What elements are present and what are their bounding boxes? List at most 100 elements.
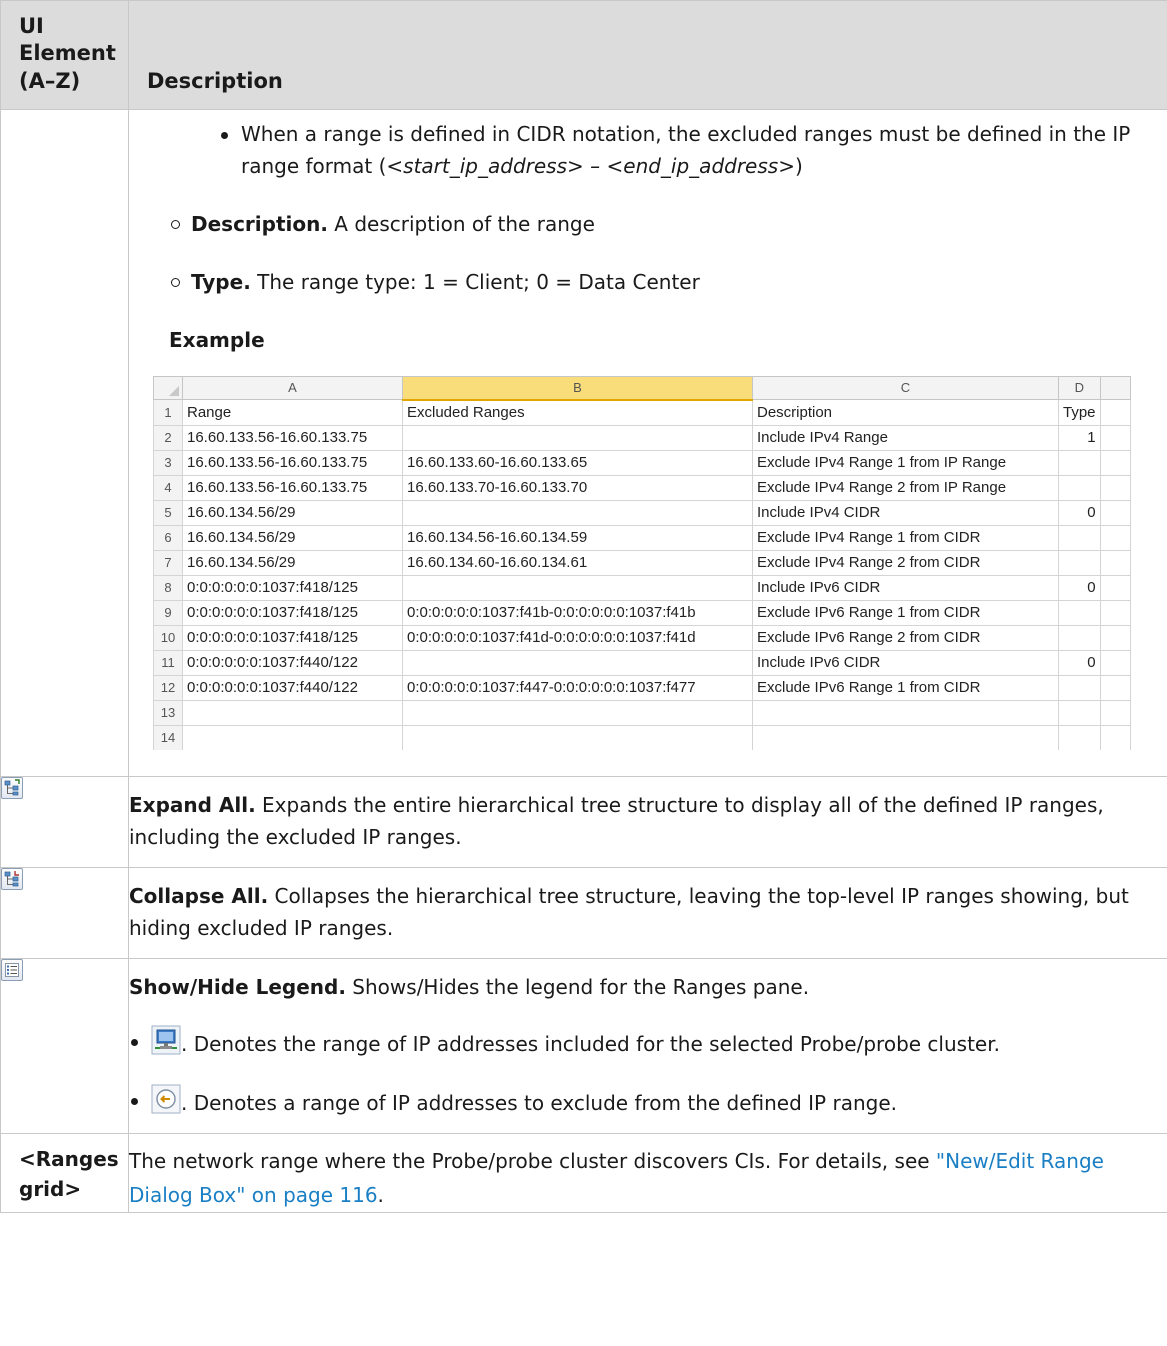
collapse-all-icon[interactable] — [1, 867, 23, 890]
row-number[interactable]: 1 — [153, 399, 183, 426]
cell-empty[interactable] — [1099, 424, 1131, 451]
cell-excluded-ranges[interactable]: 0:0:0:0:0:0:1037:f41d-0:0:0:0:0:0:1037:f… — [402, 624, 753, 651]
cell-range[interactable]: 0:0:0:0:0:0:1037:f418/125 — [182, 599, 403, 626]
cell-excluded-ranges[interactable]: Excluded Ranges — [402, 399, 753, 426]
row-number[interactable]: 7 — [153, 549, 183, 576]
column-letter-d[interactable]: D — [1058, 375, 1101, 401]
cell-empty[interactable] — [1099, 574, 1131, 601]
cell-empty[interactable] — [1099, 599, 1131, 626]
cell-type[interactable]: Type — [1058, 399, 1101, 426]
ui-elements-table: UI Element (A–Z) Description When a rang… — [0, 0, 1167, 1213]
cell-description[interactable]: Description — [752, 399, 1059, 426]
row-number[interactable]: 13 — [153, 699, 183, 726]
cell-type[interactable] — [1058, 474, 1101, 501]
cell-type[interactable] — [1058, 549, 1101, 576]
column-letter-a[interactable]: A — [182, 375, 403, 401]
cell-description[interactable]: Include IPv4 CIDR — [752, 499, 1059, 526]
cell-type[interactable]: 0 — [1058, 499, 1101, 526]
cell-range[interactable]: 0:0:0:0:0:0:1037:f418/125 — [182, 574, 403, 601]
row-number[interactable]: 10 — [153, 624, 183, 651]
cell-type[interactable] — [1058, 699, 1101, 726]
collapse-all-text: Collapses the hierarchical tree structur… — [129, 883, 1129, 940]
cell-description[interactable]: Include IPv6 CIDR — [752, 574, 1059, 601]
cell-description[interactable]: Exclude IPv4 Range 2 from CIDR — [752, 549, 1059, 576]
cell-range[interactable]: 16.60.134.56/29 — [182, 499, 403, 526]
cell-empty[interactable] — [1099, 499, 1131, 526]
cell-type[interactable] — [1058, 449, 1101, 476]
cell-description[interactable]: Exclude IPv4 Range 1 from IP Range — [752, 449, 1059, 476]
cell-description[interactable]: Exclude IPv6 Range 1 from CIDR — [752, 674, 1059, 701]
cell-empty[interactable] — [1099, 649, 1131, 676]
cell-empty[interactable] — [1099, 524, 1131, 551]
cell-type[interactable]: 1 — [1058, 424, 1101, 451]
cell-range[interactable]: 0:0:0:0:0:0:1037:f440/122 — [182, 649, 403, 676]
row-number[interactable]: 9 — [153, 599, 183, 626]
cell-excluded-ranges[interactable]: 0:0:0:0:0:0:1037:f41b-0:0:0:0:0:0:1037:f… — [402, 599, 753, 626]
cell-description[interactable] — [752, 699, 1059, 726]
row-number[interactable]: 5 — [153, 499, 183, 526]
row-number[interactable]: 14 — [153, 724, 183, 750]
column-letter-e[interactable] — [1099, 375, 1131, 401]
cell-range[interactable]: 16.60.134.56/29 — [182, 549, 403, 576]
cell-type[interactable] — [1058, 524, 1101, 551]
cell-empty[interactable] — [1099, 674, 1131, 701]
cell-excluded-ranges[interactable] — [402, 574, 753, 601]
row-number[interactable]: 2 — [153, 424, 183, 451]
range-separator: – — [583, 153, 607, 178]
cell-empty[interactable] — [1099, 474, 1131, 501]
cell-range[interactable] — [182, 699, 403, 726]
cell-excluded-ranges[interactable]: 0:0:0:0:0:0:1037:f447-0:0:0:0:0:0:1037:f… — [402, 674, 753, 701]
column-letter-b[interactable]: B — [402, 375, 753, 401]
cell-description[interactable]: Include IPv6 CIDR — [752, 649, 1059, 676]
cell-range[interactable]: 16.60.133.56-16.60.133.75 — [182, 424, 403, 451]
cell-empty[interactable] — [1099, 399, 1131, 426]
expand-all-icon[interactable] — [1, 776, 23, 799]
cell-description[interactable]: Exclude IPv4 Range 1 from CIDR — [752, 524, 1059, 551]
cell-range[interactable]: Range — [182, 399, 403, 426]
select-all-corner[interactable] — [153, 375, 183, 401]
spreadsheet-grid: A B C D 1 Range Excluded Ranges Description… — [153, 375, 1131, 750]
cell-excluded-ranges[interactable]: 16.60.133.60-16.60.133.65 — [402, 449, 753, 476]
cell-type[interactable] — [1058, 599, 1101, 626]
cell-description[interactable]: Exclude IPv6 Range 2 from CIDR — [752, 624, 1059, 651]
cell-range[interactable]: 16.60.134.56/29 — [182, 524, 403, 551]
cell-excluded-ranges[interactable]: 16.60.134.56-16.60.134.59 — [402, 524, 753, 551]
cell-excluded-ranges[interactable] — [402, 424, 753, 451]
cell-excluded-ranges[interactable] — [402, 499, 753, 526]
cell-type[interactable] — [1058, 674, 1101, 701]
cell-description[interactable]: Exclude IPv6 Range 1 from CIDR — [752, 599, 1059, 626]
row-number[interactable]: 8 — [153, 574, 183, 601]
row-number[interactable]: 3 — [153, 449, 183, 476]
cell-excluded-ranges[interactable]: 16.60.133.70-16.60.133.70 — [402, 474, 753, 501]
cell-excluded-ranges[interactable]: 16.60.134.60-16.60.134.61 — [402, 549, 753, 576]
column-letter-c[interactable]: C — [752, 375, 1059, 401]
cell-range[interactable]: 0:0:0:0:0:0:1037:f418/125 — [182, 624, 403, 651]
cell-description[interactable] — [752, 724, 1059, 750]
cell-description[interactable]: Include IPv4 Range — [752, 424, 1059, 451]
row-number[interactable]: 12 — [153, 674, 183, 701]
cell-type[interactable]: 0 — [1058, 649, 1101, 676]
cell-excluded-ranges[interactable] — [402, 699, 753, 726]
cell-empty[interactable] — [1099, 724, 1131, 750]
type-field-item: Type. The range type: 1 = Client; 0 = Da… — [169, 266, 1167, 298]
row-number[interactable]: 6 — [153, 524, 183, 551]
cell-excluded-ranges[interactable] — [402, 724, 753, 750]
cell-range[interactable]: 16.60.133.56-16.60.133.75 — [182, 449, 403, 476]
cell-empty[interactable] — [1099, 624, 1131, 651]
row-number[interactable]: 4 — [153, 474, 183, 501]
legend-icon[interactable] — [1, 958, 23, 981]
cell-range[interactable]: 0:0:0:0:0:0:1037:f440/122 — [182, 674, 403, 701]
cell-empty[interactable] — [1099, 549, 1131, 576]
description-field-item: Description. A description of the range — [169, 208, 1167, 240]
cell-type[interactable]: 0 — [1058, 574, 1101, 601]
row-number[interactable]: 11 — [153, 649, 183, 676]
cell-empty[interactable] — [1099, 449, 1131, 476]
ui-element-cell: <Ranges grid> — [0, 1132, 129, 1213]
cell-range[interactable]: 16.60.133.56-16.60.133.75 — [182, 474, 403, 501]
cell-empty[interactable] — [1099, 699, 1131, 726]
cell-excluded-ranges[interactable] — [402, 649, 753, 676]
cell-type[interactable] — [1058, 724, 1101, 750]
cell-type[interactable] — [1058, 624, 1101, 651]
cell-description[interactable]: Exclude IPv4 Range 2 from IP Range — [752, 474, 1059, 501]
cell-range[interactable] — [182, 724, 403, 750]
